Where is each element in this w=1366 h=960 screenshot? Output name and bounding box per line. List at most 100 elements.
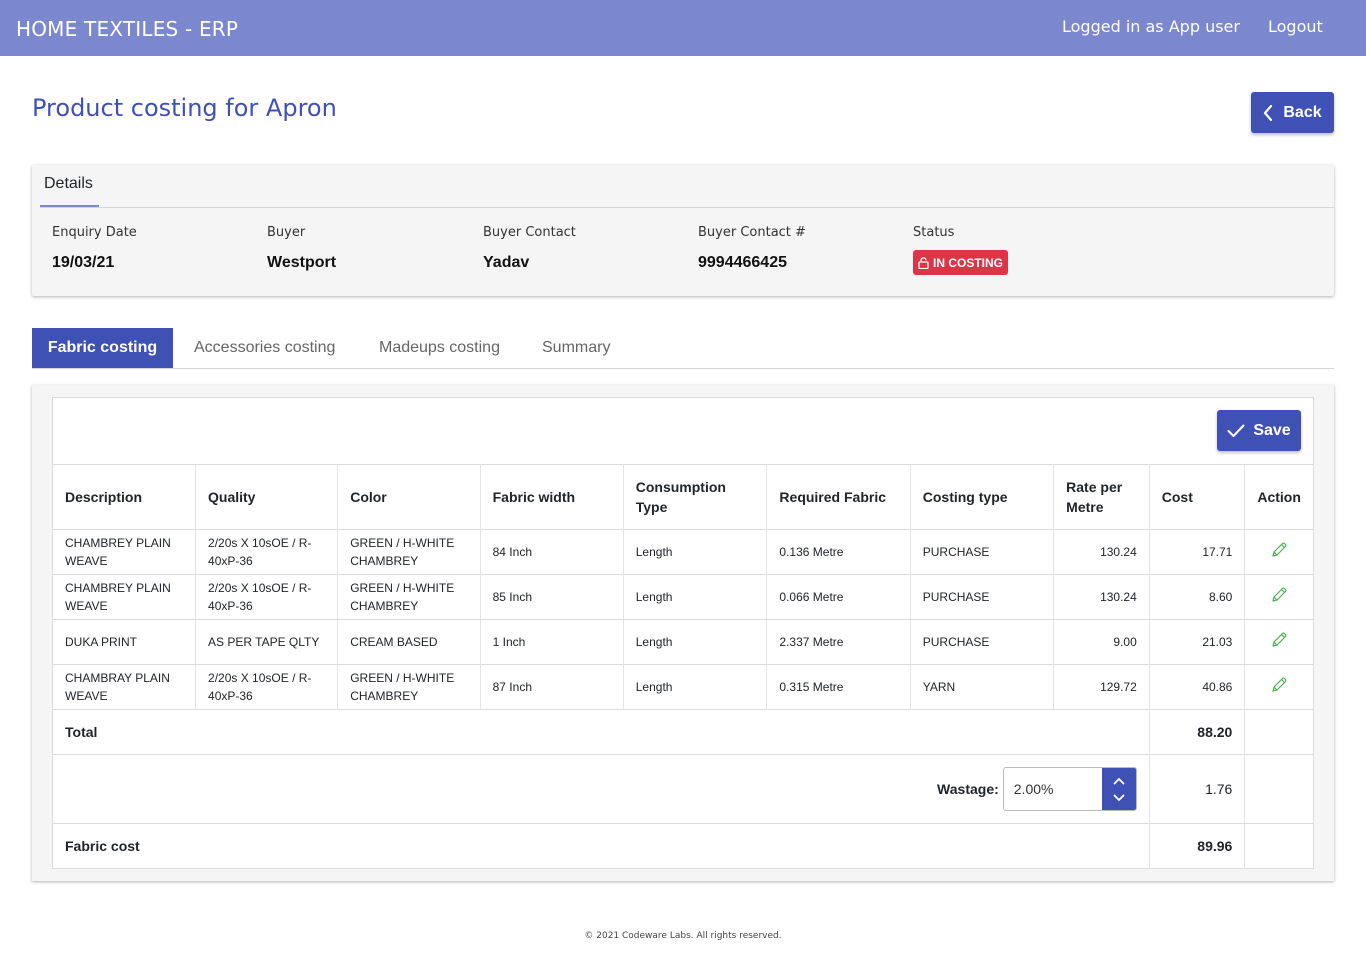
column-header: Fabric width xyxy=(480,464,624,530)
table-row: CHAMBREY PLAIN WEAVE 2/20s X 10sOE / R-4… xyxy=(53,574,1313,620)
cost-cell: 17.71 xyxy=(1149,529,1246,575)
required-fabric-cell: 0.136 Metre xyxy=(766,529,911,575)
consumption-type-cell: Length xyxy=(623,529,768,575)
action-cell xyxy=(1244,529,1313,575)
pencil-icon[interactable] xyxy=(1270,676,1288,699)
buyer-contact-label: Buyer Contact xyxy=(483,225,576,240)
pencil-icon[interactable] xyxy=(1270,586,1288,609)
column-header: Rate per Metre xyxy=(1053,464,1150,530)
fabric-cost-row: Fabric cost 89.96 xyxy=(53,823,1313,869)
wastage-cost: 1.76 xyxy=(1149,754,1246,824)
fabric-width-cell: 84 Inch xyxy=(480,529,624,575)
column-header: Description xyxy=(53,464,197,530)
action-cell xyxy=(1244,619,1313,665)
wastage-stepper xyxy=(1002,767,1137,811)
column-header: Action xyxy=(1244,464,1313,530)
action-cell xyxy=(1244,664,1313,710)
column-header: Cost xyxy=(1149,464,1246,530)
column-header: Costing type xyxy=(910,464,1055,530)
table-row: CHAMBRAY PLAIN WEAVE 2/20s X 10sOE / R-4… xyxy=(53,664,1313,710)
column-header: Required Fabric xyxy=(766,464,911,530)
costing-type-cell: PURCHASE xyxy=(910,529,1055,575)
status-badge: IN COSTING xyxy=(913,250,1008,275)
costing-type-cell: YARN xyxy=(910,664,1055,710)
action-cell xyxy=(1244,574,1313,620)
column-header: Color xyxy=(337,464,481,530)
status-badge-text: IN COSTING xyxy=(932,255,1003,270)
empty-cell xyxy=(1244,823,1313,869)
logout-link[interactable]: Logout xyxy=(1268,17,1323,36)
description-cell: CHAMBREY PLAIN WEAVE xyxy=(53,529,197,575)
tab-accessories-costing[interactable]: Accessories costing xyxy=(194,328,335,368)
fabric-costing-container: Save Description Quality Color Fabric wi… xyxy=(52,397,1314,869)
cost-cell: 8.60 xyxy=(1149,574,1246,620)
quality-cell: AS PER TAPE QLTY xyxy=(195,619,339,665)
costing-type-cell: PURCHASE xyxy=(910,619,1055,665)
buyer-contact-number-label: Buyer Contact # xyxy=(698,225,806,240)
footer-copyright: © 2021 Codeware Labs. All rights reserve… xyxy=(584,931,782,941)
color-cell: GREEN / H-WHITE CHAMBREY xyxy=(337,529,481,575)
back-button-label: Back xyxy=(1283,103,1322,121)
color-cell: CREAM BASED xyxy=(337,619,481,665)
enquiry-date-value: 19/03/21 xyxy=(52,254,115,271)
buyer-contact-value: Yadav xyxy=(483,254,530,271)
pencil-icon[interactable] xyxy=(1270,631,1288,654)
required-fabric-cell: 0.066 Metre xyxy=(766,574,911,620)
fabric-cost-value: 89.96 xyxy=(1149,823,1246,869)
chevron-left-icon xyxy=(1264,104,1273,121)
fabric-width-cell: 87 Inch xyxy=(480,664,624,710)
consumption-type-cell: Length xyxy=(623,664,768,710)
quality-cell: 2/20s X 10sOE / R-40xP-36 xyxy=(195,574,339,620)
enquiry-date-label: Enquiry Date xyxy=(52,225,137,240)
rate-cell: 129.72 xyxy=(1053,664,1150,710)
fabric-cost-label: Fabric cost xyxy=(53,823,1150,869)
description-cell: CHAMBRAY PLAIN WEAVE xyxy=(53,664,197,710)
details-card: Details Enquiry Date 19/03/21 Buyer West… xyxy=(32,165,1334,296)
rate-cell: 130.24 xyxy=(1053,574,1150,620)
chevron-down-icon[interactable] xyxy=(1113,794,1125,802)
total-label: Total xyxy=(53,709,1150,755)
quality-cell: 2/20s X 10sOE / R-40xP-36 xyxy=(195,529,339,575)
tab-madeups-costing[interactable]: Madeups costing xyxy=(379,328,500,368)
description-cell: DUKA PRINT xyxy=(53,619,197,665)
color-cell: GREEN / H-WHITE CHAMBREY xyxy=(337,574,481,620)
fabric-costing-panel: Save Description Quality Color Fabric wi… xyxy=(32,385,1334,881)
rate-cell: 9.00 xyxy=(1053,619,1150,665)
empty-cell xyxy=(1244,709,1313,755)
fabric-width-cell: 1 Inch xyxy=(480,619,624,665)
total-row: Total 88.20 xyxy=(53,709,1313,755)
costing-tabs: Fabric costing Accessories costing Madeu… xyxy=(32,328,1334,369)
table-row: DUKA PRINT AS PER TAPE QLTY CREAM BASED … xyxy=(53,619,1313,665)
fabric-width-cell: 85 Inch xyxy=(480,574,624,620)
tab-summary[interactable]: Summary xyxy=(542,328,610,368)
lock-icon xyxy=(918,256,929,269)
table-header-row: Description Quality Color Fabric width C… xyxy=(53,464,1313,530)
page-title: Product costing for Apron xyxy=(32,94,337,122)
required-fabric-cell: 0.315 Metre xyxy=(766,664,911,710)
cost-cell: 21.03 xyxy=(1149,619,1246,665)
fabric-costing-table: Description Quality Color Fabric width C… xyxy=(53,464,1313,869)
quality-cell: 2/20s X 10sOE / R-40xP-36 xyxy=(195,664,339,710)
divider xyxy=(40,207,1334,208)
details-tab[interactable]: Details xyxy=(40,165,99,208)
buyer-label: Buyer xyxy=(267,225,306,240)
wastage-input[interactable] xyxy=(1003,768,1102,810)
back-button[interactable]: Back xyxy=(1251,92,1334,133)
chevron-up-icon[interactable] xyxy=(1113,777,1125,785)
tab-fabric-costing[interactable]: Fabric costing xyxy=(32,328,173,368)
save-button-label: Save xyxy=(1253,421,1291,439)
total-value: 88.20 xyxy=(1149,709,1246,755)
column-header: Consumption Type xyxy=(623,464,768,530)
wastage-cell: Wastage: xyxy=(53,754,1150,824)
wastage-spinner xyxy=(1101,768,1136,810)
check-icon xyxy=(1227,424,1245,437)
save-button[interactable]: Save xyxy=(1217,410,1301,451)
wastage-control: Wastage: xyxy=(65,767,1137,811)
table-row: CHAMBREY PLAIN WEAVE 2/20s X 10sOE / R-4… xyxy=(53,529,1313,575)
pencil-icon[interactable] xyxy=(1270,541,1288,564)
app-title[interactable]: HOME TEXTILES - ERP xyxy=(16,17,238,41)
consumption-type-cell: Length xyxy=(623,619,768,665)
wastage-row: Wastage: 1.76 xyxy=(53,754,1313,824)
color-cell: GREEN / H-WHITE CHAMBREY xyxy=(337,664,481,710)
column-header: Quality xyxy=(195,464,339,530)
